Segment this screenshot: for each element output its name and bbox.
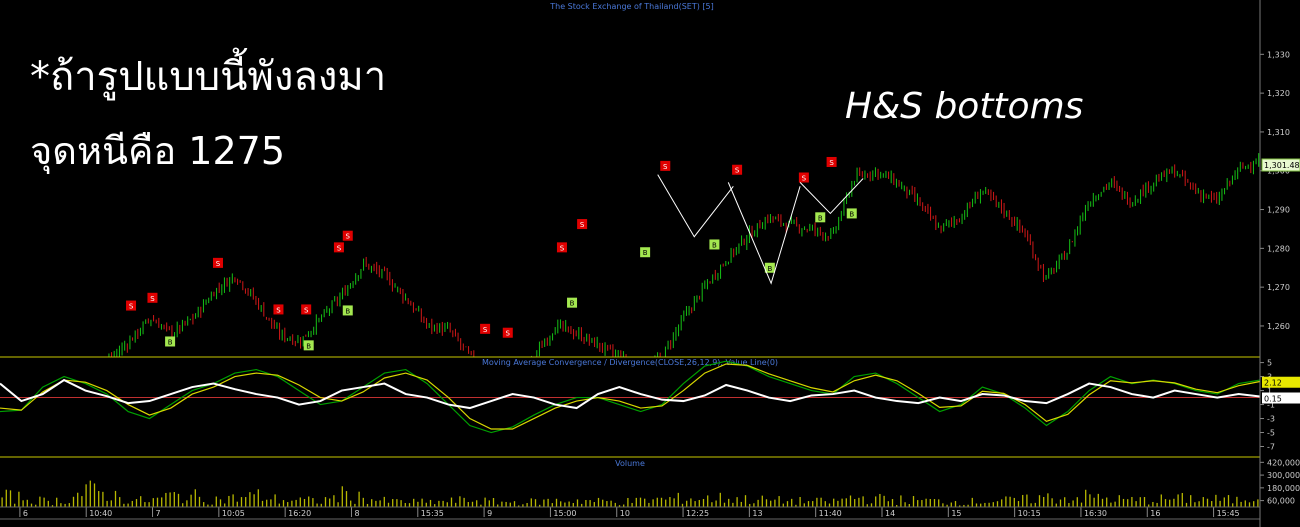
time-tick-label: 15:45: [1217, 509, 1240, 518]
time-tick-label: 13: [752, 509, 762, 518]
sell-signal-letter: S: [483, 326, 488, 334]
time-tick-label: 15:35: [421, 509, 444, 518]
volume-tick-label: 60,000: [1267, 497, 1295, 506]
buy-signal-letter: B: [712, 241, 717, 249]
buy-signal-letter: B: [767, 265, 772, 273]
sell-signal-letter: S: [802, 175, 807, 183]
sell-signal-letter: S: [346, 233, 351, 241]
annotation-pattern-label: H&S bottoms: [845, 86, 1084, 127]
volume-tick-label: 300,000: [1267, 471, 1300, 480]
price-tick-label: 1,330: [1267, 50, 1290, 59]
sell-signal-letter: S: [829, 159, 834, 167]
buy-signal-letter: B: [306, 342, 311, 350]
time-tick-label: 8: [354, 509, 359, 518]
sell-signal-letter: S: [216, 260, 221, 268]
sell-signal-letter: S: [304, 306, 309, 314]
time-tick-label: 12:25: [686, 509, 709, 518]
volume-panel-title: Volume: [615, 459, 645, 468]
price-tick-label: 1,280: [1267, 244, 1290, 253]
time-tick-label: 10: [620, 509, 630, 518]
last-price-label: 1,301.48: [1264, 161, 1300, 170]
sell-signal-letter: S: [580, 221, 585, 229]
buy-signal-letter: B: [818, 214, 823, 222]
volume-tick-label: 180,000: [1267, 484, 1300, 493]
price-tick-label: 1,270: [1267, 283, 1290, 292]
time-tick-label: 15: [951, 509, 961, 518]
annotation-stop-loss-text: จุดหนีคือ 1275: [30, 129, 285, 173]
buy-signal-letter: B: [570, 300, 575, 308]
sell-signal-letter: S: [276, 306, 281, 314]
sell-signal-letter: S: [735, 167, 740, 175]
time-tick-label: 9: [487, 509, 492, 518]
sell-signal-letter: S: [129, 303, 134, 311]
time-tick-label: 16: [1150, 509, 1160, 518]
buy-signal-letter: B: [345, 307, 350, 315]
buy-signal-letter: B: [849, 210, 854, 218]
time-tick-label: 11:40: [819, 509, 842, 518]
time-tick-label: 6: [23, 509, 28, 518]
time-tick-label: 10:15: [1018, 509, 1041, 518]
time-tick-label: 7: [156, 509, 161, 518]
sell-signal-letter: S: [506, 330, 511, 338]
macd-tick-label: 5: [1267, 359, 1272, 368]
time-tick-label: 15:00: [553, 509, 576, 518]
macd-tick-label: -3: [1267, 415, 1275, 424]
time-tick-label: 14: [885, 509, 895, 518]
time-tick-label: 10:40: [89, 509, 112, 518]
sell-signal-letter: S: [663, 163, 668, 171]
price-tick-label: 1,310: [1267, 128, 1290, 137]
value-line-label: 0.15: [1264, 395, 1282, 404]
macd-tick-label: -5: [1267, 429, 1275, 438]
annotation-warning-text: *ถ้ารูปแบบนี้พังลงมา: [30, 54, 387, 100]
price-tick-label: 1,320: [1267, 89, 1290, 98]
buy-signal-letter: B: [643, 249, 648, 257]
price-tick-label: 1,290: [1267, 206, 1290, 215]
volume-tick-label: 420,000: [1267, 458, 1300, 467]
sell-signal-letter: S: [560, 244, 565, 252]
sell-signal-letter: S: [150, 295, 155, 303]
macd-tick-label: -7: [1267, 443, 1275, 452]
chart-title: The Stock Exchange of Thailand(SET) [5]: [549, 2, 713, 11]
time-tick-label: 10:05: [222, 509, 245, 518]
time-tick-label: 16:20: [288, 509, 311, 518]
sell-signal-letter: S: [337, 244, 342, 252]
macd-value-label: 2.12: [1264, 379, 1282, 388]
time-tick-label: 16:30: [1084, 509, 1107, 518]
buy-signal-letter: B: [168, 338, 173, 346]
price-tick-label: 1,260: [1267, 322, 1290, 331]
